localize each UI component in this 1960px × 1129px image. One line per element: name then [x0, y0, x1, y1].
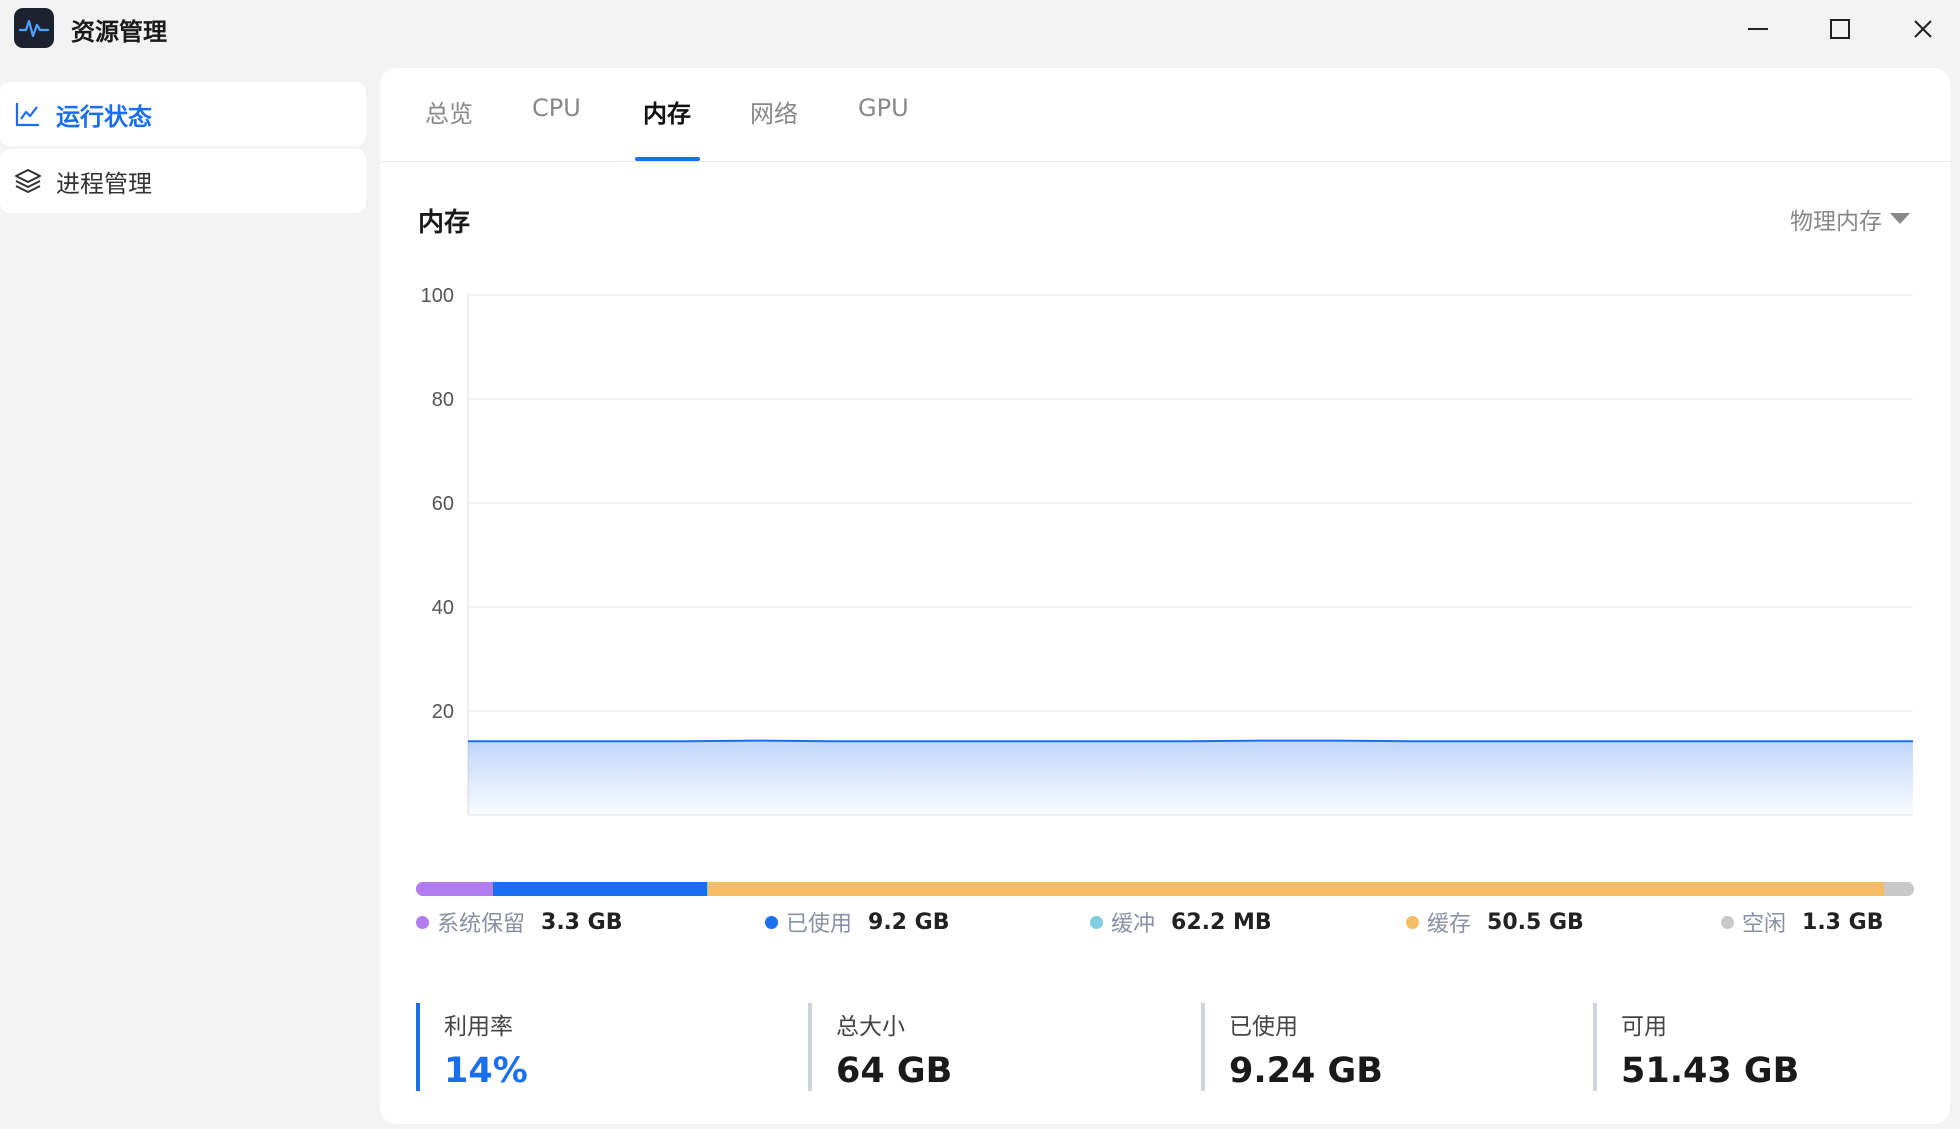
app-logo-icon — [14, 8, 54, 48]
stat-value: 64 GB — [836, 1051, 953, 1091]
app-title: 资源管理 — [71, 18, 167, 46]
stat-available: 可用 51.43 GB — [1593, 1003, 1799, 1091]
stat-utilization: 利用率 14% — [416, 1003, 528, 1091]
memory-composition-bar — [416, 882, 1914, 896]
legend-dot — [1090, 915, 1103, 929]
legend-value: 3.3 GB — [541, 909, 623, 935]
sidebar-item-label: 运行状态 — [56, 102, 152, 131]
legend-item-buffer: 缓冲 62.2 MB — [1090, 906, 1272, 938]
stat-value: 51.43 GB — [1621, 1051, 1800, 1091]
legend-name: 空闲 — [1742, 912, 1787, 937]
stat-value: 9.24 GB — [1229, 1051, 1383, 1091]
sidebar-item-process-management[interactable]: 进程管理 — [0, 149, 366, 213]
minimize-button[interactable] — [1734, 5, 1782, 53]
minimize-icon — [1748, 28, 1768, 30]
stat-label: 总大小 — [836, 1014, 905, 1040]
close-button[interactable] — [1899, 5, 1947, 53]
usage-bar-segment — [492, 882, 707, 896]
stat-label: 可用 — [1621, 1014, 1667, 1040]
legend-item-used: 已使用 9.2 GB — [765, 906, 949, 938]
stat-value: 14% — [444, 1051, 528, 1091]
memory-usage-chart: 20 40 60 80 100 — [421, 285, 1913, 816]
y-tick-label: 60 — [432, 493, 454, 515]
y-tick-label: 100 — [421, 285, 454, 307]
legend-value: 1.3 GB — [1802, 909, 1884, 935]
main-panel: 总览 CPU 内存 网络 GPU 内存 物理内存 20 40 60 80 100 系统保… — [380, 68, 1950, 1124]
sidebar-item-label: 进程管理 — [56, 169, 152, 198]
layers-icon — [14, 167, 42, 195]
stat-label: 利用率 — [444, 1014, 513, 1040]
usage-bar-segment — [1883, 882, 1914, 896]
y-tick-label: 40 — [432, 597, 454, 619]
usage-bar-segment — [708, 882, 1884, 896]
legend-dot — [1721, 915, 1734, 929]
legend-name: 已使用 — [786, 912, 853, 937]
legend-item-free: 空闲 1.3 GB — [1721, 906, 1883, 938]
legend-dot — [765, 915, 778, 929]
stat-total-size: 总大小 64 GB — [808, 1003, 952, 1091]
memory-legend: 系统保留 3.3 GB 已使用 9.2 GB 缓冲 62.2 MB 缓存 50.… — [380, 906, 1950, 940]
legend-item-reserved: 系统保留 3.3 GB — [416, 906, 622, 938]
chart-area-fill — [468, 740, 1913, 815]
title-bar: 资源管理 — [0, 0, 1960, 58]
legend-name: 系统保留 — [437, 912, 526, 937]
maximize-button[interactable] — [1816, 5, 1864, 53]
legend-dot — [416, 915, 429, 929]
legend-name: 缓存 — [1427, 912, 1472, 937]
legend-item-cache: 缓存 50.5 GB — [1406, 906, 1584, 938]
chart-series-line — [468, 739, 1913, 743]
line-chart-icon — [14, 100, 42, 128]
stat-label: 已使用 — [1229, 1014, 1298, 1040]
stat-used: 已使用 9.24 GB — [1201, 1003, 1383, 1091]
legend-name: 缓冲 — [1111, 912, 1156, 937]
close-icon — [1914, 20, 1932, 38]
sidebar-item-run-status[interactable]: 运行状态 — [0, 82, 366, 146]
legend-dot — [1406, 915, 1419, 929]
legend-value: 62.2 MB — [1171, 909, 1272, 935]
y-tick-label: 80 — [432, 389, 454, 411]
legend-value: 50.5 GB — [1487, 909, 1584, 935]
maximize-icon — [1830, 19, 1850, 39]
legend-value: 9.2 GB — [868, 909, 950, 935]
usage-bar-segment — [416, 882, 493, 896]
y-tick-label: 20 — [432, 701, 454, 723]
